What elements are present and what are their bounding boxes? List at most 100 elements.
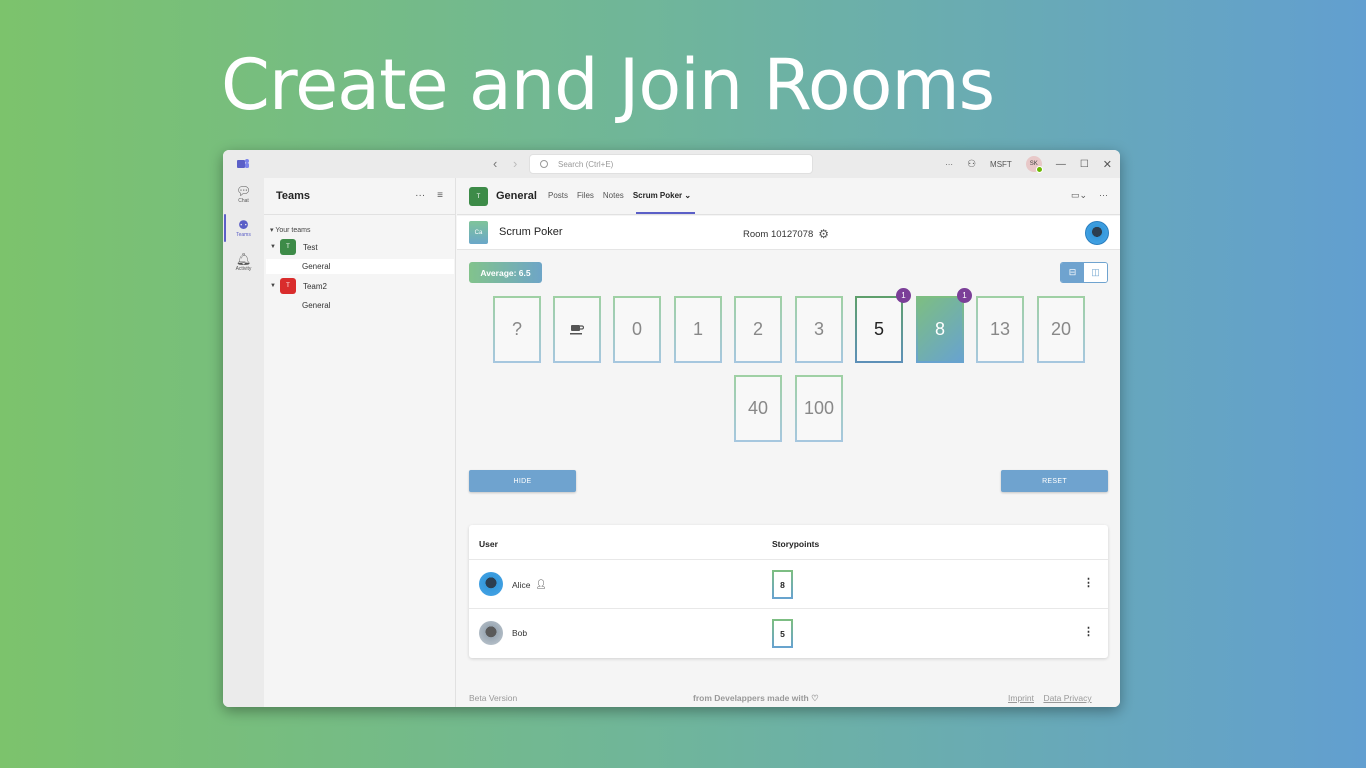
minimize-icon[interactable]: —: [1056, 159, 1066, 170]
rail-label-chat: Chat: [238, 198, 249, 204]
coffee-icon: [570, 325, 584, 335]
vote-count-badge: 1: [957, 288, 972, 303]
team-avatar: T: [279, 278, 296, 294]
chevron-down-icon: ⌄: [684, 191, 692, 200]
poker-card-2[interactable]: 2: [734, 296, 782, 363]
user-name-cell: Bob: [512, 628, 527, 638]
close-icon[interactable]: ✕: [1103, 158, 1112, 171]
room-info: Room 10127078 ⚙: [743, 227, 829, 241]
search-input[interactable]: Search (Ctrl+E): [529, 154, 813, 174]
teams-panel-actions: ··· ≡: [415, 190, 443, 201]
split-layout-icon[interactable]: ◫: [1084, 263, 1107, 282]
filter-icon[interactable]: ≡: [437, 190, 443, 201]
hide-button[interactable]: HIDE: [469, 470, 576, 492]
channel-avatar: T: [469, 187, 488, 206]
tab-scrum-poker[interactable]: Scrum Poker ⌄: [633, 191, 691, 200]
people-icon[interactable]: ⚇: [967, 159, 976, 170]
poker-card-20[interactable]: 20: [1037, 296, 1085, 363]
app-header: Ca Scrum Poker Room 10127078 ⚙: [457, 216, 1120, 250]
poker-card-5[interactable]: 5: [855, 296, 903, 363]
maximize-icon[interactable]: ☐: [1080, 159, 1089, 170]
search-icon: [540, 160, 548, 168]
headline: Create and Join Rooms: [221, 44, 995, 126]
data-privacy-link[interactable]: Data Privacy: [1043, 693, 1091, 703]
user-avatar[interactable]: SK: [1025, 156, 1043, 173]
tab-posts[interactable]: Posts: [548, 191, 568, 200]
poker-card-question[interactable]: ?: [493, 296, 541, 363]
teams-icon: ⚉: [238, 218, 249, 232]
storypoints-card: 8: [772, 570, 793, 599]
heart-icon: ♡: [811, 693, 819, 703]
team-name: Test: [302, 242, 318, 252]
tab-notes[interactable]: Notes: [603, 191, 624, 200]
team-item-team2[interactable]: ▼ T Team2: [270, 278, 327, 294]
teams-logo-icon: [237, 159, 249, 168]
layout-toggle: ⊟ ◫: [1060, 262, 1108, 283]
row-more-icon[interactable]: ⋮: [1083, 576, 1094, 589]
average-badge: Average: 6.5: [469, 262, 542, 283]
row-more-icon[interactable]: ⋮: [1083, 625, 1094, 638]
teams-panel-title: Teams: [276, 190, 311, 202]
column-header-user: User: [479, 539, 498, 549]
tab-scrum-poker-label: Scrum Poker: [632, 191, 683, 200]
tab-files[interactable]: Files: [577, 191, 594, 200]
team-item-test[interactable]: ▼ T Test: [270, 239, 318, 255]
video-call-icon[interactable]: ▭⌄: [1071, 190, 1087, 201]
reset-button[interactable]: RESET: [1001, 470, 1108, 492]
teams-more-button[interactable]: ···: [415, 190, 425, 201]
poker-card-8[interactable]: 8: [916, 296, 964, 363]
poker-card-40[interactable]: 40: [734, 375, 782, 442]
search-placeholder: Search (Ctrl+E): [558, 159, 614, 169]
poker-card-1[interactable]: 1: [674, 296, 722, 363]
avatar: [479, 572, 503, 596]
caret-down-icon: ▼: [270, 244, 276, 250]
caret-down-icon: ▼: [270, 283, 276, 289]
caret-down-icon: ▾: [270, 227, 274, 234]
poker-card-100[interactable]: 100: [795, 375, 843, 442]
channel-header: T General Posts Files Notes Scrum Poker …: [457, 178, 1120, 215]
imprint-link[interactable]: Imprint: [1008, 693, 1034, 703]
vote-count-badge: 1: [896, 288, 911, 303]
votes-table: User Storypoints Alice 👤︎ 8 ⋮ Bob 5 ⋮: [469, 525, 1108, 658]
room-number: Room 10127078: [743, 228, 814, 240]
channel-tabs: Posts Files Notes Scrum Poker ⌄: [548, 191, 691, 200]
org-label[interactable]: MSFT: [990, 160, 1012, 169]
poker-card-coffee[interactable]: [553, 296, 601, 363]
poker-card-13[interactable]: 13: [976, 296, 1024, 363]
gear-icon[interactable]: ⚙: [818, 227, 829, 241]
channel-header-actions: ▭⌄ ···: [1071, 190, 1108, 201]
title-bar: ‹ › Search (Ctrl+E) ··· ⚇ MSFT SK — ☐ ✕: [223, 150, 1120, 178]
rail-label-activity: Activity: [235, 266, 252, 272]
rail-item-chat[interactable]: 💬︎ Chat: [223, 184, 264, 204]
rail-item-teams[interactable]: ⚉ Teams: [223, 218, 264, 238]
storypoints-card: 5: [772, 619, 793, 648]
rail-item-activity[interactable]: 🔔︎ Activity: [223, 252, 264, 272]
rail-label-teams: Teams: [236, 232, 251, 238]
your-teams-section[interactable]: ▾ Your teams: [270, 226, 311, 234]
teams-window: ‹ › Search (Ctrl+E) ··· ⚇ MSFT SK — ☐ ✕ …: [223, 150, 1120, 707]
table-row: Bob 5 ⋮: [469, 608, 1108, 657]
channel-item-general[interactable]: General: [266, 259, 454, 274]
person-icon: 👤︎: [535, 579, 547, 589]
back-arrow-icon[interactable]: ‹: [493, 156, 497, 171]
stacked-layout-icon[interactable]: ⊟: [1061, 263, 1084, 282]
poker-card-3[interactable]: 3: [795, 296, 843, 363]
more-options-button[interactable]: ···: [945, 160, 953, 169]
app-icon: Ca: [469, 221, 488, 244]
current-user-avatar[interactable]: [1085, 221, 1109, 245]
channel-more-button[interactable]: ···: [1099, 190, 1108, 201]
table-row: Alice 👤︎ 8 ⋮: [469, 559, 1108, 608]
channel-item-general[interactable]: General: [266, 298, 454, 313]
app-name: Scrum Poker: [499, 226, 563, 238]
user-name-cell: Alice 👤︎: [512, 579, 547, 590]
forward-arrow-icon[interactable]: ›: [513, 156, 517, 171]
footer-links: Imprint Data Privacy: [1008, 693, 1092, 703]
active-tab-indicator: [636, 212, 695, 214]
poker-card-0[interactable]: 0: [613, 296, 661, 363]
app-rail: 💬︎ Chat ⚉ Teams 🔔︎ Activity: [223, 178, 264, 707]
main-area: T General Posts Files Notes Scrum Poker …: [457, 178, 1120, 707]
team-avatar: T: [279, 239, 296, 255]
title-bar-controls: ··· ⚇ MSFT SK — ☐ ✕: [945, 150, 1112, 178]
user-name: Alice: [512, 579, 531, 590]
user-name: Bob: [512, 628, 528, 638]
